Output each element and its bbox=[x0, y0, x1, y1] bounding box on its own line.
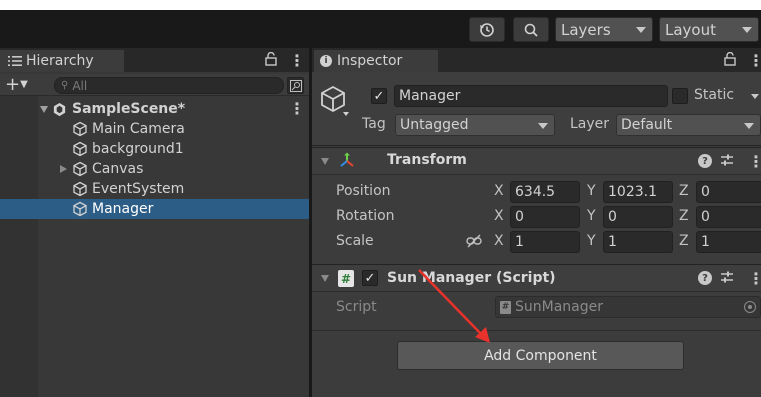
annotation-arrow bbox=[418, 269, 490, 343]
